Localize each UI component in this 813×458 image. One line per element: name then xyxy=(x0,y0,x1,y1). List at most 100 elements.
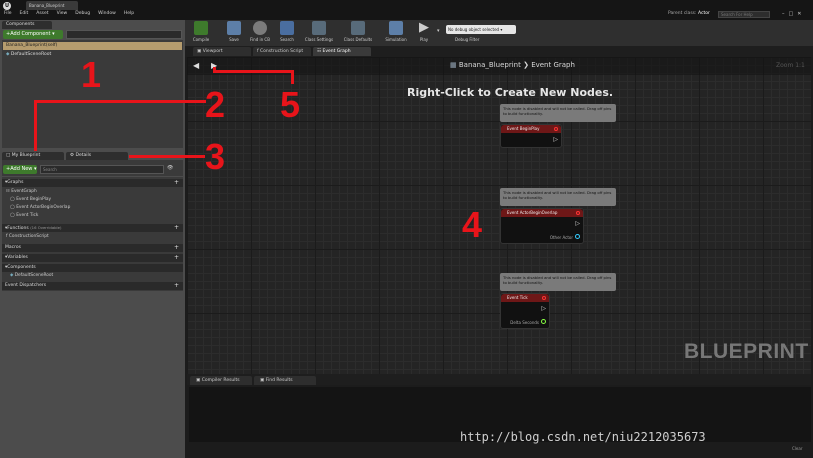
add-function-icon[interactable]: + xyxy=(174,224,179,232)
section-variables[interactable]: ▾Variables + xyxy=(2,254,183,262)
section-functions[interactable]: ▾Functions (16 Overridable) + xyxy=(2,224,183,232)
component-search-input[interactable] xyxy=(66,30,182,39)
find-in-cb-button[interactable]: Find in CB xyxy=(247,21,273,42)
tree-item-event-graph[interactable]: ☷ EventGraph xyxy=(6,189,37,194)
compile-label: Compile xyxy=(192,37,210,42)
tree-item-event[interactable]: ◯ Event Tick xyxy=(10,213,38,218)
menu-view[interactable]: View xyxy=(57,11,68,16)
parent-class: Parent class: Actor xyxy=(668,11,710,16)
node-header: Event ActorBeginOverlap xyxy=(501,209,583,217)
tree-item-construction-script[interactable]: f ConstructionScript xyxy=(6,234,49,239)
event-node-begin-play[interactable]: Event BeginPlay ▷ xyxy=(500,124,562,148)
tree-item-default-scene-root[interactable]: ◆ DefaultSceneRoot xyxy=(10,273,53,278)
tab-event-graph-label: Event Graph xyxy=(322,49,351,54)
section-macros[interactable]: Macros + xyxy=(2,244,183,252)
tree-item-label: ConstructionScript xyxy=(8,234,49,239)
tab-construction-script[interactable]: f Construction Script xyxy=(253,47,311,56)
tab-details[interactable]: ⚙ Details xyxy=(66,152,128,160)
blueprint-watermark: BLUEPRINT xyxy=(684,340,809,363)
tab-event-graph[interactable]: ☷ Event Graph xyxy=(313,47,371,56)
exec-pin-icon[interactable]: ▷ xyxy=(553,136,558,143)
annotation-4: 4 xyxy=(462,204,483,245)
tab-find-results[interactable]: ▣ Find Results xyxy=(254,376,316,385)
node-header: Event BeginPlay xyxy=(501,125,561,133)
class-defaults-button[interactable]: Class Defaults xyxy=(340,21,376,42)
menu-file[interactable]: File xyxy=(4,11,12,16)
tree-item-label: DefaultSceneRoot xyxy=(14,273,54,278)
node-title: Event Tick xyxy=(507,295,528,300)
component-item-self[interactable]: Banana_Blueprint(self) xyxy=(3,42,182,50)
node-header: Event Tick xyxy=(501,294,549,302)
class-settings-label: Class Settings xyxy=(304,37,334,42)
blueprint-icon: ▦ xyxy=(450,61,457,69)
save-icon xyxy=(227,21,241,35)
viewport-tab-icon: ▣ xyxy=(197,49,202,54)
section-variables-label: Variables xyxy=(7,255,28,260)
section-graphs[interactable]: ▾Graphs + xyxy=(2,179,183,187)
tab-my-blueprint[interactable]: □ My Blueprint xyxy=(2,152,64,160)
event-node-actor-begin-overlap[interactable]: Event ActorBeginOverlap ▷ Other Actor xyxy=(500,208,584,244)
menu-window[interactable]: Window xyxy=(98,11,116,16)
tab-find-results-label: Find Results xyxy=(265,378,293,383)
menu-help[interactable]: Help xyxy=(124,11,134,16)
add-graph-icon[interactable]: + xyxy=(174,179,179,187)
object-pin-icon[interactable] xyxy=(575,234,580,239)
menu-edit[interactable]: Edit xyxy=(20,11,29,16)
add-new-button[interactable]: +Add New ▾ xyxy=(3,165,37,174)
minimize-icon[interactable]: – xyxy=(782,11,785,17)
event-node-tick[interactable]: Event Tick ▷ Delta Seconds xyxy=(500,293,550,329)
play-options-icon[interactable]: ▾ xyxy=(437,28,440,34)
menu-debug[interactable]: Debug xyxy=(75,11,90,16)
annotation-3: 3 xyxy=(205,136,226,177)
play-label: Play xyxy=(419,37,429,42)
play-button[interactable]: ▶ Play xyxy=(414,21,434,43)
float-pin-icon[interactable] xyxy=(541,319,546,324)
event-icon: ◯ xyxy=(10,205,15,210)
find-in-cb-label: Find in CB xyxy=(250,37,270,42)
tab-components-label: Components xyxy=(6,22,35,27)
section-event-dispatchers-label: Event Dispatchers xyxy=(5,283,47,288)
component-item-label: DefaultSceneRoot xyxy=(10,52,52,57)
add-variable-icon[interactable]: + xyxy=(174,254,179,262)
close-icon[interactable]: ✕ xyxy=(797,11,801,17)
document-tab[interactable]: Banana_Blueprint xyxy=(26,1,78,10)
section-components[interactable]: ▾Components xyxy=(2,264,183,272)
parent-class-value[interactable]: Actor xyxy=(698,11,710,16)
search-button[interactable]: Search xyxy=(276,21,298,42)
blueprint-search-input[interactable]: Search xyxy=(40,165,164,174)
unreal-logo-icon: U xyxy=(3,2,11,10)
save-button[interactable]: Save xyxy=(224,21,244,42)
tab-viewport[interactable]: ▣ Viewport xyxy=(193,47,251,56)
tab-details-label: Details xyxy=(75,153,92,158)
breadcrumb-blueprint[interactable]: Banana_Blueprint xyxy=(459,61,521,69)
tab-components[interactable]: Components xyxy=(2,21,52,29)
event-delegate-pin-icon[interactable] xyxy=(576,211,580,215)
simulation-button[interactable]: Simulation xyxy=(382,21,410,42)
add-component-button[interactable]: +Add Component ▾ xyxy=(3,30,63,39)
tab-compiler-results[interactable]: ▣ Compiler Results xyxy=(190,376,252,385)
add-dispatcher-icon[interactable]: + xyxy=(174,282,179,290)
tree-item-event[interactable]: ◯ Event ActorBeginOverlap xyxy=(10,205,70,210)
event-delegate-pin-icon[interactable] xyxy=(554,127,558,131)
exec-pin-icon[interactable]: ▷ xyxy=(575,220,580,227)
help-search-input[interactable]: Search For Help xyxy=(718,11,770,18)
main-menu: File Edit Asset View Debug Window Help xyxy=(4,11,134,16)
compile-icon xyxy=(194,21,208,35)
annotation-2: 2 xyxy=(205,84,226,125)
tree-item-label: Event Tick xyxy=(16,213,39,218)
clear-button[interactable]: Clear xyxy=(792,446,802,451)
event-delegate-pin-icon[interactable] xyxy=(542,296,546,300)
view-options-icon[interactable]: 👁 xyxy=(167,165,173,171)
menu-asset[interactable]: Asset xyxy=(36,11,48,16)
compile-button[interactable]: Compile xyxy=(190,21,212,42)
back-arrow-icon[interactable]: ◀ xyxy=(193,61,199,70)
maximize-icon[interactable]: □ xyxy=(789,11,794,17)
add-macro-icon[interactable]: + xyxy=(174,244,179,252)
component-item-default-scene-root[interactable]: ◆ DefaultSceneRoot xyxy=(6,52,51,57)
debug-object-dropdown[interactable]: No debug object selected ▾ xyxy=(446,25,516,34)
exec-pin-icon[interactable]: ▷ xyxy=(541,305,546,312)
class-settings-button[interactable]: Class Settings xyxy=(300,21,338,42)
parent-class-label: Parent class: xyxy=(668,11,697,16)
tree-item-event[interactable]: ◯ Event BeginPlay xyxy=(10,197,51,202)
section-event-dispatchers[interactable]: Event Dispatchers + xyxy=(2,282,183,290)
